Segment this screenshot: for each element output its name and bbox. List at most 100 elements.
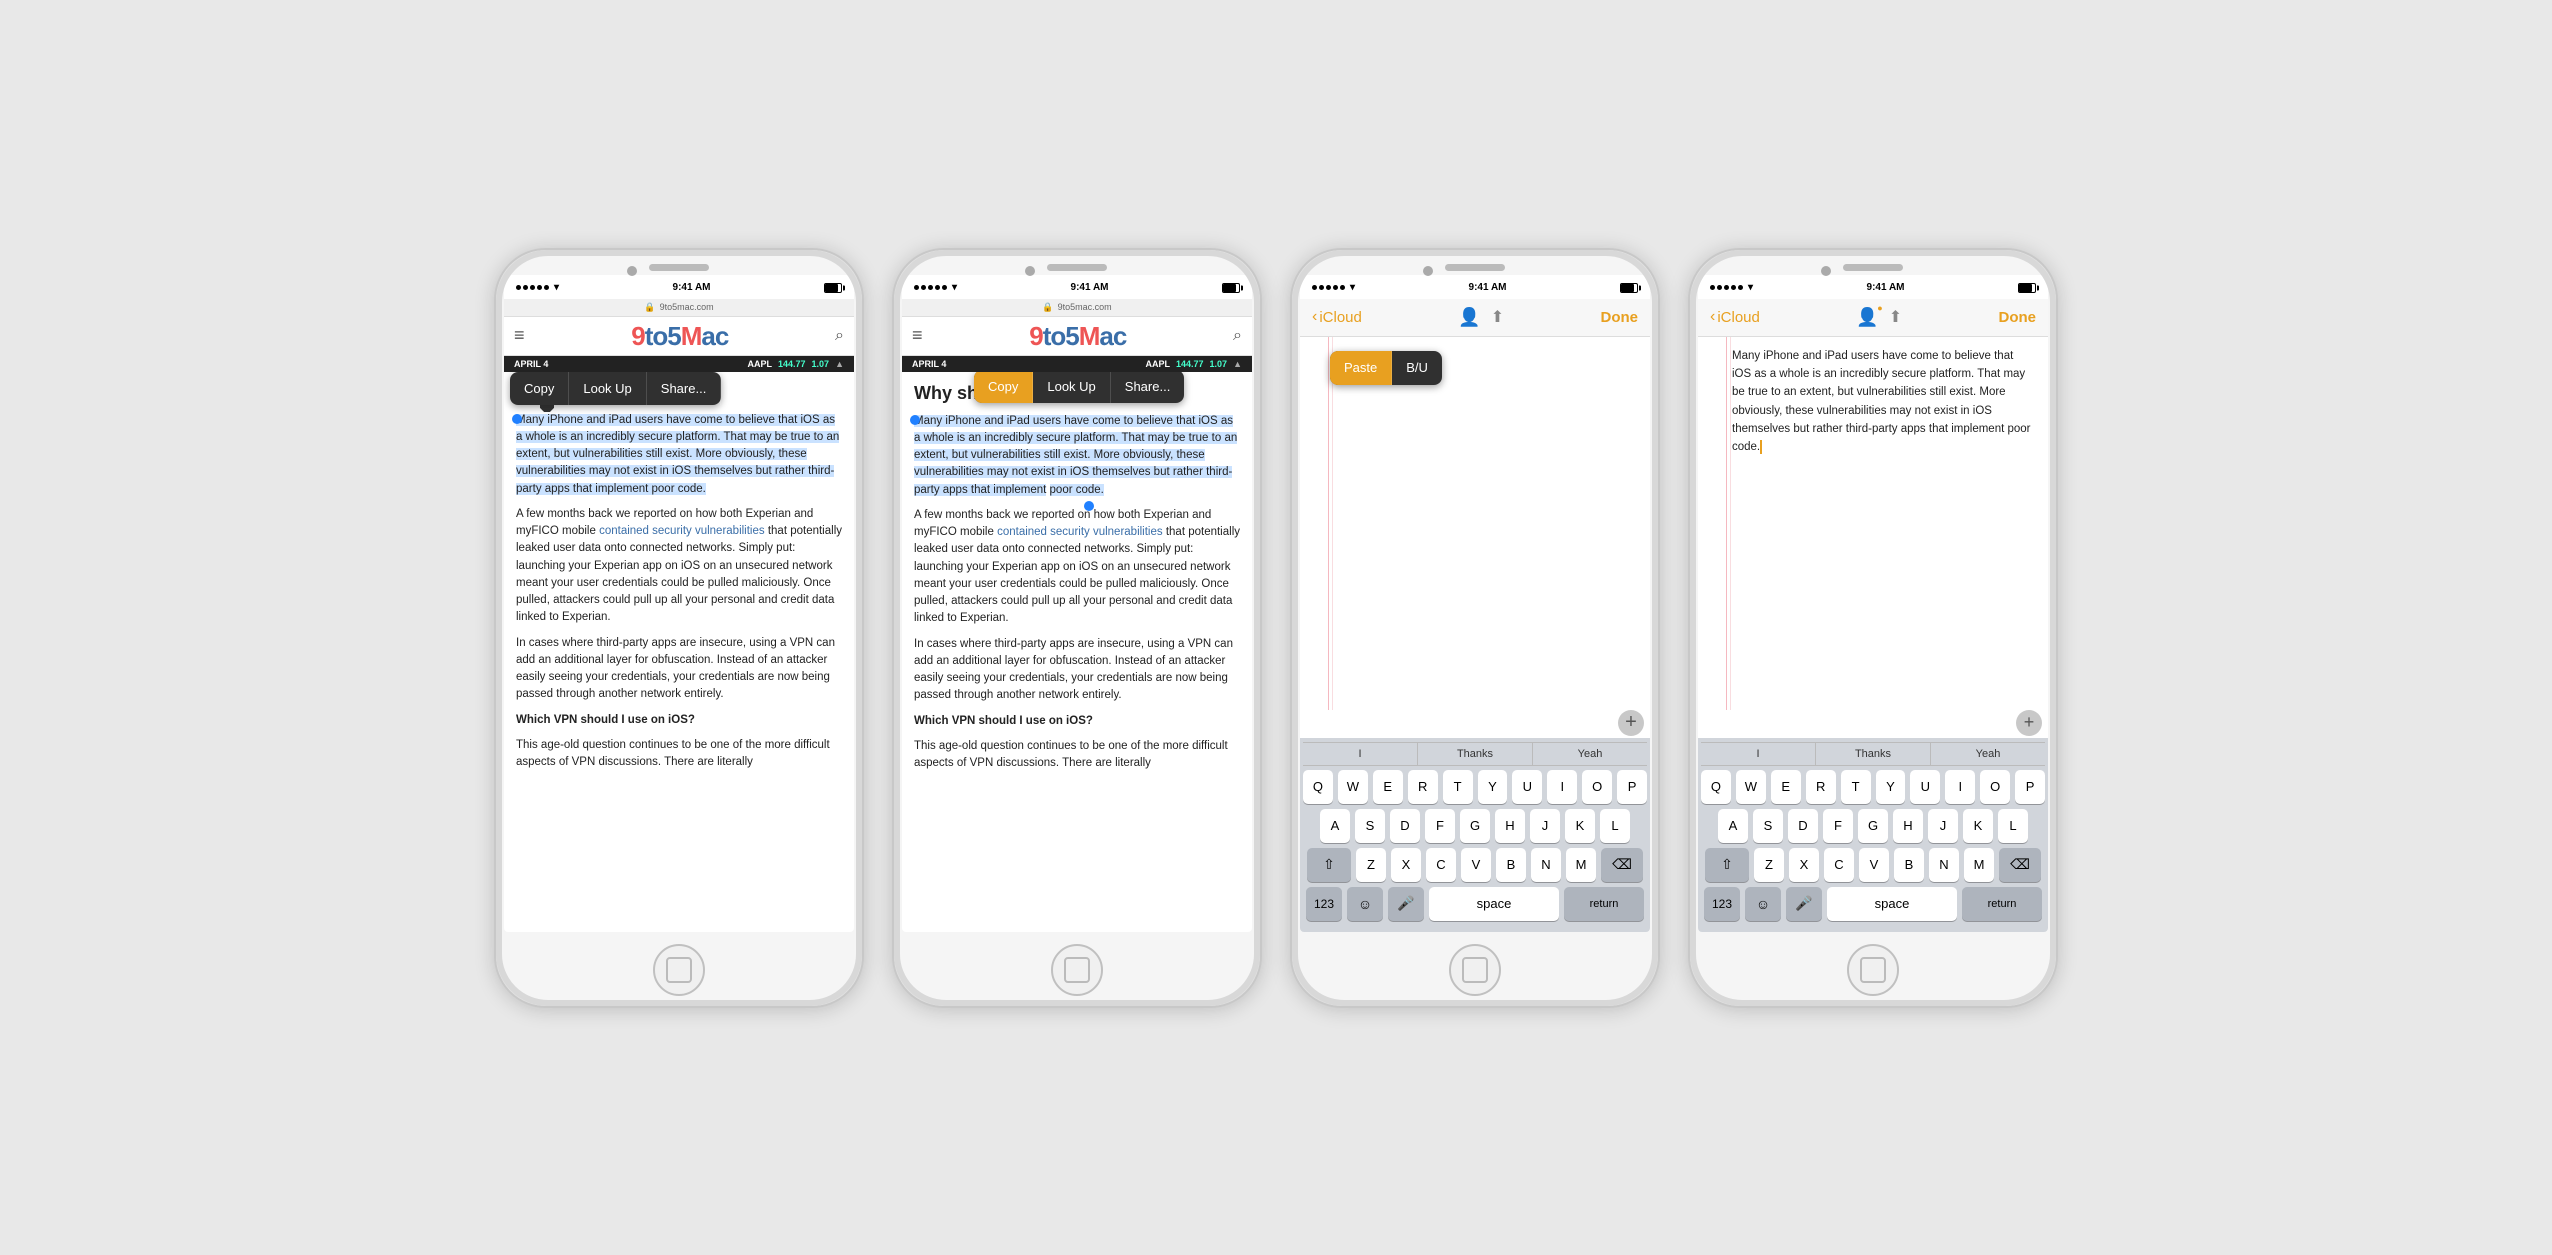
key-o-4[interactable]: O [1980,770,2010,804]
key-j-4[interactable]: J [1928,809,1958,843]
key-w-3[interactable]: W [1338,770,1368,804]
person-icon-3[interactable]: 👤 [1458,307,1480,328]
key-shift-3[interactable]: ⇧ [1307,848,1351,882]
suggestion-thanks-4[interactable]: Thanks [1816,743,1931,765]
key-p-3[interactable]: P [1617,770,1647,804]
key-mic-3[interactable]: 🎤 [1388,887,1424,921]
key-q-4[interactable]: Q [1701,770,1731,804]
back-button-3[interactable]: ‹ iCloud [1312,308,1362,326]
key-a-3[interactable]: A [1320,809,1350,843]
add-button-4[interactable]: + [2016,710,2042,736]
home-button-2[interactable] [1051,944,1103,996]
key-u-4[interactable]: U [1910,770,1940,804]
key-m-3[interactable]: M [1566,848,1596,882]
key-w-4[interactable]: W [1736,770,1766,804]
suggestion-i-3[interactable]: I [1303,743,1418,765]
key-space-3[interactable]: space [1429,887,1559,921]
share-icon-4[interactable]: ⬆ [1889,307,1902,327]
key-z-3[interactable]: Z [1356,848,1386,882]
key-v-3[interactable]: V [1461,848,1491,882]
key-d-4[interactable]: D [1788,809,1818,843]
key-s-3[interactable]: S [1355,809,1385,843]
key-y-3[interactable]: Y [1478,770,1508,804]
share-icon-3[interactable]: ⬆ [1491,307,1504,327]
home-button-4[interactable] [1847,944,1899,996]
add-button-3[interactable]: + [1618,710,1644,736]
key-l-3[interactable]: L [1600,809,1630,843]
notes-content-3[interactable]: Paste B/U [1300,337,1650,710]
suggestion-yeah-4[interactable]: Yeah [1931,743,2045,765]
paste-menu-3[interactable]: Paste B/U [1330,351,1442,386]
context-menu-1[interactable]: Copy Look Up Share... [510,372,721,406]
lookup-button-1[interactable]: Look Up [569,372,646,406]
key-mic-4[interactable]: 🎤 [1786,887,1822,921]
key-h-4[interactable]: H [1893,809,1923,843]
key-r-3[interactable]: R [1408,770,1438,804]
context-menu-2[interactable]: Copy Look Up Share... [974,372,1184,404]
key-a-4[interactable]: A [1718,809,1748,843]
done-button-3[interactable]: Done [1601,309,1639,326]
key-u-3[interactable]: U [1512,770,1542,804]
suggestion-thanks-3[interactable]: Thanks [1418,743,1533,765]
key-o-3[interactable]: O [1582,770,1612,804]
key-delete-3[interactable]: ⌫ [1601,848,1643,882]
key-return-4[interactable]: return [1962,887,2042,921]
key-f-4[interactable]: F [1823,809,1853,843]
key-x-3[interactable]: X [1391,848,1421,882]
key-k-3[interactable]: K [1565,809,1595,843]
key-delete-4[interactable]: ⌫ [1999,848,2041,882]
key-num-3[interactable]: 123 [1306,887,1342,921]
key-d-3[interactable]: D [1390,809,1420,843]
key-e-3[interactable]: E [1373,770,1403,804]
back-button-4[interactable]: ‹ iCloud [1710,308,1760,326]
key-t-4[interactable]: T [1841,770,1871,804]
suggestion-i-4[interactable]: I [1701,743,1816,765]
key-emoji-3[interactable]: ☺ [1347,887,1383,921]
key-f-3[interactable]: F [1425,809,1455,843]
key-t-3[interactable]: T [1443,770,1473,804]
link-text-1[interactable]: contained security vulnerabilities [599,525,765,537]
done-button-4[interactable]: Done [1999,309,2037,326]
key-n-4[interactable]: N [1929,848,1959,882]
key-return-3[interactable]: return [1564,887,1644,921]
key-shift-4[interactable]: ⇧ [1705,848,1749,882]
key-z-4[interactable]: Z [1754,848,1784,882]
key-e-4[interactable]: E [1771,770,1801,804]
key-p-4[interactable]: P [2015,770,2045,804]
key-k-4[interactable]: K [1963,809,1993,843]
key-i-4[interactable]: I [1945,770,1975,804]
search-icon-1[interactable]: ⌕ [835,327,844,345]
key-b-4[interactable]: B [1894,848,1924,882]
key-s-4[interactable]: S [1753,809,1783,843]
key-x-4[interactable]: X [1789,848,1819,882]
key-b-3[interactable]: B [1496,848,1526,882]
share-button-2[interactable]: Share... [1111,372,1185,404]
key-h-3[interactable]: H [1495,809,1525,843]
paste-button-3[interactable]: Paste [1330,351,1392,386]
key-j-3[interactable]: J [1530,809,1560,843]
link-text-2[interactable]: contained security vulnerabilities [997,526,1163,538]
share-button-1[interactable]: Share... [647,372,722,406]
key-g-3[interactable]: G [1460,809,1490,843]
copy-button-2[interactable]: Copy [974,372,1033,404]
key-l-4[interactable]: L [1998,809,2028,843]
suggestion-yeah-3[interactable]: Yeah [1533,743,1647,765]
key-m-4[interactable]: M [1964,848,1994,882]
key-emoji-4[interactable]: ☺ [1745,887,1781,921]
home-button-3[interactable] [1449,944,1501,996]
search-icon-2[interactable]: ⌕ [1233,327,1242,345]
menu-icon-1[interactable]: ≡ [514,325,525,346]
key-r-4[interactable]: R [1806,770,1836,804]
key-y-4[interactable]: Y [1876,770,1906,804]
key-g-4[interactable]: G [1858,809,1888,843]
lookup-button-2[interactable]: Look Up [1033,372,1110,404]
key-n-3[interactable]: N [1531,848,1561,882]
key-v-4[interactable]: V [1859,848,1889,882]
key-q-3[interactable]: Q [1303,770,1333,804]
home-button-1[interactable] [653,944,705,996]
key-i-3[interactable]: I [1547,770,1577,804]
copy-button-1[interactable]: Copy [510,372,569,406]
key-num-4[interactable]: 123 [1704,887,1740,921]
bold-italic-underline-3[interactable]: B/U [1392,351,1442,386]
notes-content-4[interactable]: Many iPhone and iPad users have come to … [1698,337,2048,710]
